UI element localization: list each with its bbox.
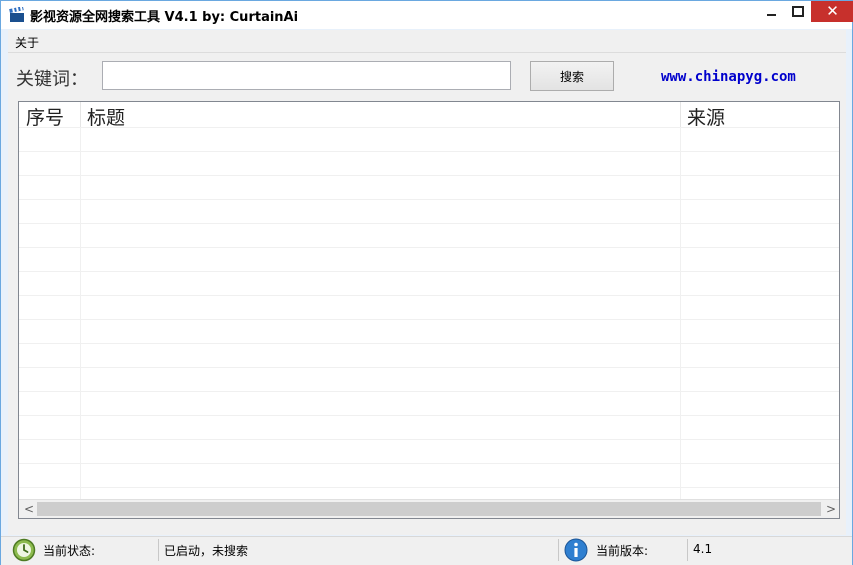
column-header-title[interactable]: 标题: [87, 103, 125, 130]
scroll-right-icon[interactable]: >: [826, 502, 836, 516]
minimize-button[interactable]: [758, 1, 784, 22]
status-version-value: 4.1: [693, 542, 713, 556]
status-bar: 当前状态: 已启动，未搜索 当前版本: 4.1: [1, 536, 852, 565]
window-title: 影视资源全网搜索工具 V4.1 by: CurtainAi: [30, 10, 299, 25]
table-header: 序号 标题 来源: [19, 102, 839, 130]
grid-line: [80, 127, 81, 499]
column-header-source[interactable]: 来源: [687, 103, 725, 130]
scroll-thumb[interactable]: [37, 502, 821, 516]
grid-line: [19, 439, 839, 440]
column-divider[interactable]: [80, 102, 81, 127]
grid-line: [19, 175, 839, 176]
grid-line: [19, 487, 839, 488]
title-bar[interactable]: 影视资源全网搜索工具 V4.1 by: CurtainAi ✕: [1, 1, 853, 29]
status-divider: [558, 539, 559, 561]
grid-line: [19, 367, 839, 368]
grid-line: [19, 343, 839, 344]
keyword-label: 关键词：: [16, 69, 88, 90]
grid-line: [19, 199, 839, 200]
app-window: 影视资源全网搜索工具 V4.1 by: CurtainAi ✕ 关于 关键词： …: [0, 0, 853, 565]
grid-line: [19, 463, 839, 464]
status-divider: [158, 539, 159, 561]
menu-bar: 关于: [8, 30, 846, 53]
site-link[interactable]: www.chinapyg.com: [661, 69, 796, 85]
grid-line: [19, 295, 839, 296]
grid-line: [19, 271, 839, 272]
main-panel: 关键词： 搜索 www.chinapyg.com 序号 标题 来源 < >: [8, 53, 846, 535]
grid-line: [19, 247, 839, 248]
status-divider: [687, 539, 688, 561]
menu-item-about[interactable]: 关于: [15, 34, 39, 51]
grid-line: [19, 223, 839, 224]
grid-line: [19, 151, 839, 152]
info-icon: [564, 538, 588, 562]
clock-icon: [12, 538, 36, 562]
status-state-value: 已启动，未搜索: [164, 544, 249, 558]
search-button[interactable]: 搜索: [530, 61, 614, 91]
minimize-icon: [767, 14, 776, 16]
column-header-index[interactable]: 序号: [26, 103, 64, 130]
column-divider[interactable]: [680, 102, 681, 127]
clapperboard-icon: [9, 7, 24, 22]
maximize-button[interactable]: [784, 1, 811, 22]
close-icon: ✕: [826, 2, 839, 20]
grid-line: [19, 415, 839, 416]
status-version-label: 当前版本:: [596, 544, 649, 558]
status-state-label: 当前状态:: [43, 544, 96, 558]
close-button[interactable]: ✕: [811, 1, 853, 22]
grid-line: [680, 127, 681, 499]
table-body[interactable]: [19, 127, 839, 499]
grid-line: [19, 127, 839, 128]
keyword-input[interactable]: [102, 61, 511, 90]
grid-line: [19, 319, 839, 320]
grid-line: [19, 391, 839, 392]
scroll-left-icon[interactable]: <: [24, 502, 34, 516]
horizontal-scrollbar[interactable]: < >: [19, 499, 839, 518]
results-table[interactable]: 序号 标题 来源 < >: [18, 101, 840, 519]
maximize-icon: [792, 6, 804, 17]
